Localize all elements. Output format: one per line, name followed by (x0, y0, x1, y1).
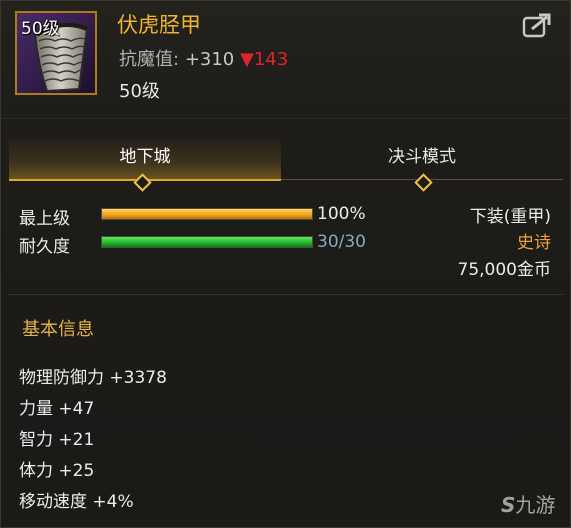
durability-bar-label: 耐久度 (19, 237, 70, 257)
level-bar (101, 208, 313, 220)
equipment-slot: 下装(重甲) (469, 207, 551, 227)
divider (1, 118, 570, 119)
watermark-text: 九游 (515, 493, 556, 517)
attribute-line: 智力 +21 (19, 430, 95, 450)
item-name: 伏虎胫甲 (117, 13, 201, 37)
durability-bar (101, 236, 313, 248)
item-level-badge: 50级 (21, 19, 60, 39)
attribute-line: 力量 +47 (19, 399, 95, 419)
item-tooltip-panel: 50级 伏虎胫甲 抗魔值: +310 ▼143 50级 地下城 决斗模式 最上级… (0, 0, 571, 528)
divider (9, 294, 564, 295)
sell-price: 75,000金币 (457, 260, 551, 280)
attribute-line: 移动速度 +4% (19, 492, 134, 512)
tab-dungeon[interactable]: 地下城 (9, 139, 281, 181)
magic-resistance-label: 抗魔值: (119, 49, 180, 70)
rarity-label: 史诗 (517, 233, 551, 253)
durability-bar-value: 30/30 (317, 232, 366, 252)
magic-resistance-down-arrow: ▼ (240, 49, 254, 70)
tab-dungeon-label: 地下城 (119, 147, 171, 167)
attribute-line: 物理防御力 +3378 (19, 368, 167, 388)
magic-resistance-value: +310 (184, 49, 235, 70)
jiuyou-logo-icon: S九游 (501, 493, 556, 517)
greave-item-icon: 50级 (15, 11, 97, 95)
magic-resistance-row: 抗魔值: +310 ▼143 (119, 45, 288, 71)
attribute-line: 体力 +25 (19, 461, 95, 481)
share-icon[interactable] (522, 13, 552, 39)
level-bar-label: 最上级 (19, 209, 70, 229)
durability-bar-fill (102, 237, 312, 247)
basic-info-title: 基本信息 (22, 319, 94, 340)
tab-duel-mode-label: 决斗模式 (388, 147, 456, 167)
required-level: 50级 (119, 81, 160, 102)
level-bar-value: 100% (317, 204, 366, 224)
level-bar-fill (102, 209, 312, 219)
magic-resistance-diff: 143 (253, 49, 289, 70)
